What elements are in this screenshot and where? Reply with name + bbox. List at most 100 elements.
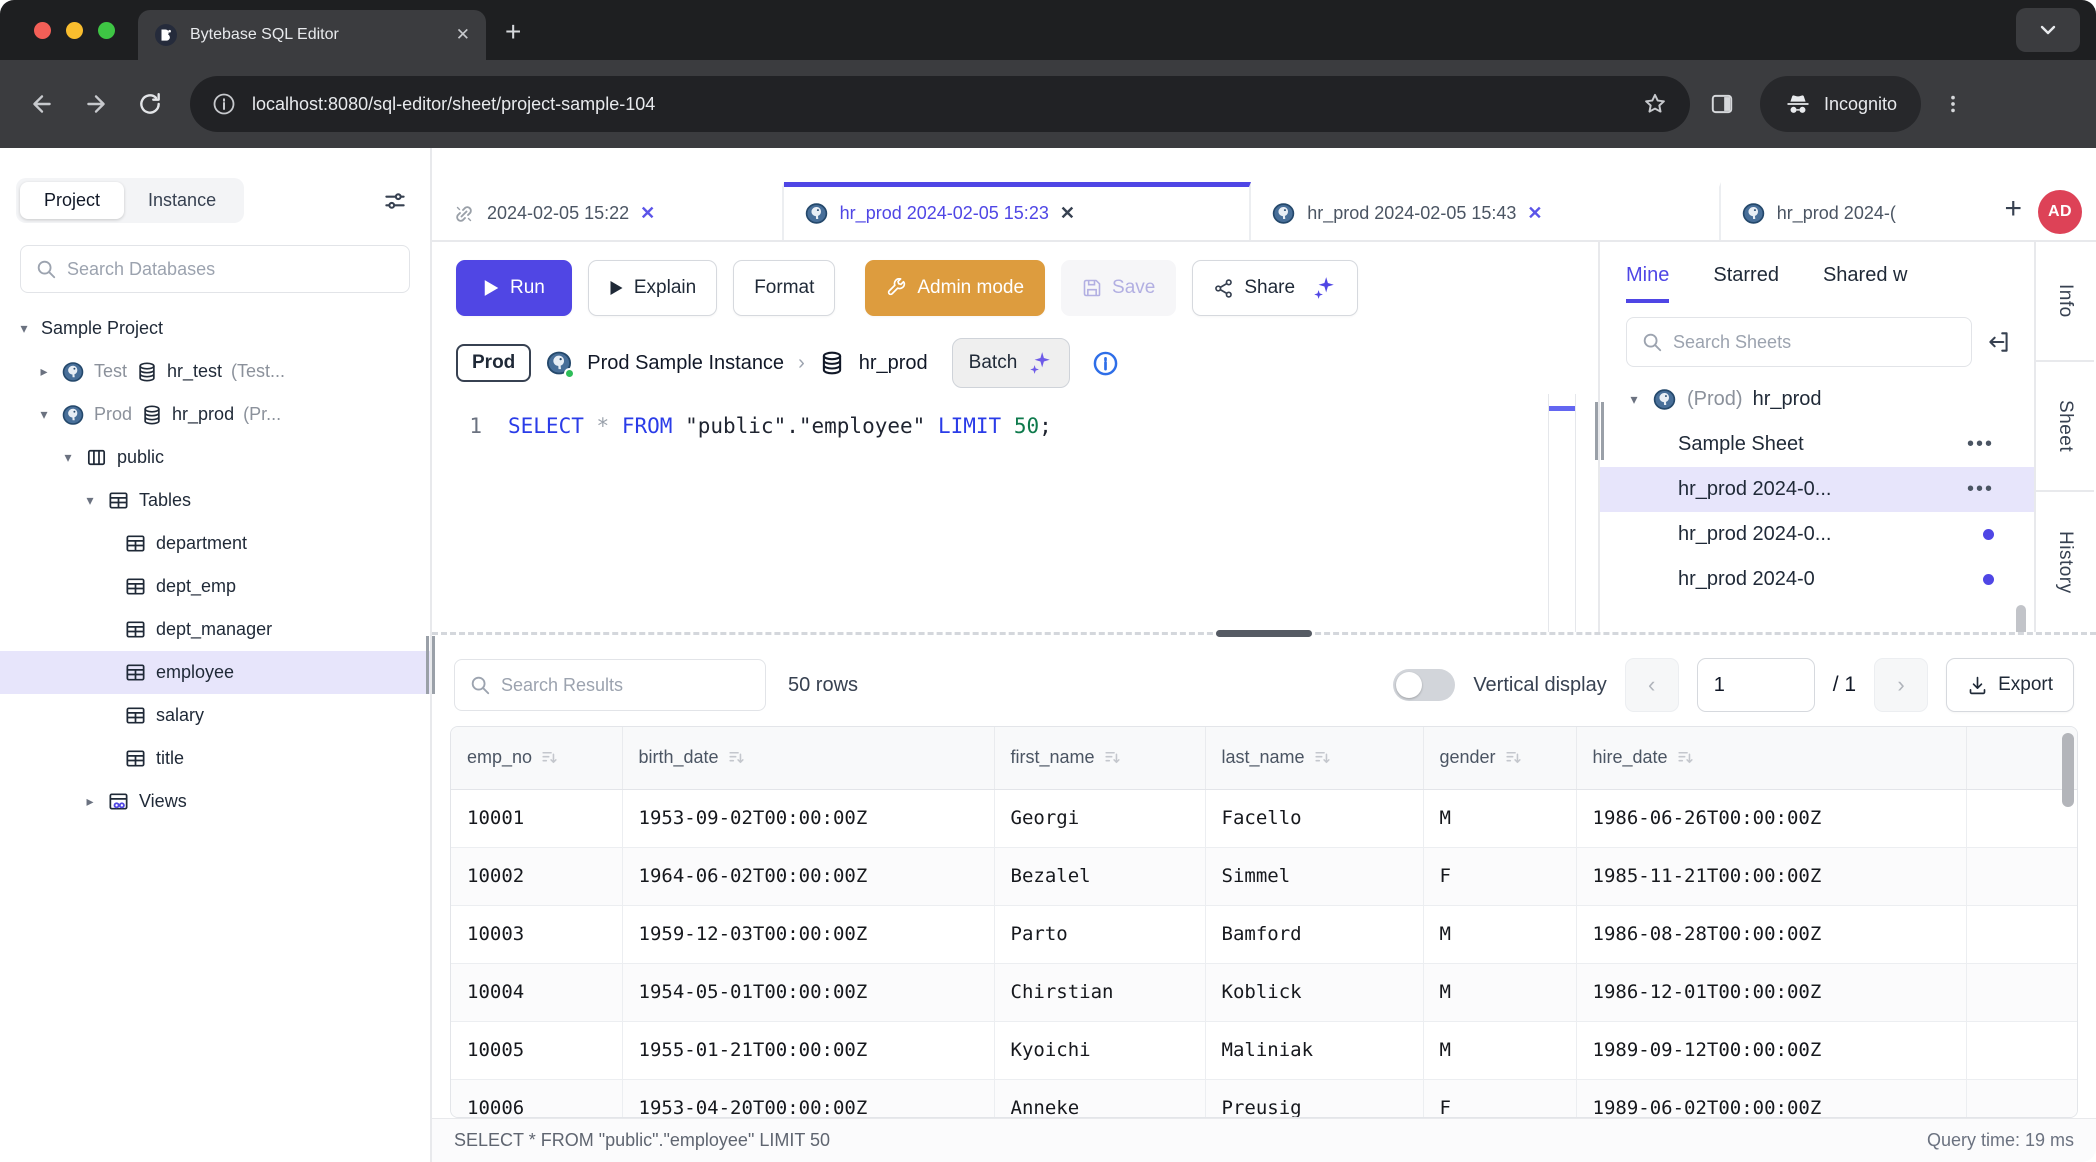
import-sheet-icon[interactable] — [1986, 329, 2012, 355]
tree-node-table-dept-manager[interactable]: dept_manager — [0, 608, 430, 651]
column-header[interactable]: first_name — [994, 727, 1205, 789]
table-scrollbar[interactable] — [2062, 733, 2074, 807]
side-tab-sheet[interactable]: Sheet — [2036, 362, 2094, 492]
tree-node-table-department[interactable]: department — [0, 522, 430, 565]
new-sql-tab-button[interactable]: + — [1989, 192, 2039, 226]
vertical-display-toggle[interactable] — [1393, 669, 1455, 701]
tree-node-prod-db[interactable]: ▾ Prod hr_prod (Pr... — [0, 393, 430, 436]
tab-starred[interactable]: Starred — [1713, 264, 1779, 303]
database-search[interactable] — [20, 245, 410, 293]
tab-project[interactable]: Project — [20, 182, 124, 219]
batch-button[interactable]: Batch — [952, 338, 1071, 388]
tree-node-test-db[interactable]: ▸ Test hr_test (Test... — [0, 350, 430, 393]
url-bar[interactable]: localhost:8080/sql-editor/sheet/project-… — [190, 76, 1690, 132]
sql-tab-active[interactable]: hr_prod 2024-02-05 15:23 ✕ — [784, 182, 1252, 240]
sql-tab-unsaved[interactable]: 2024-02-05 15:22 ✕ — [432, 182, 784, 240]
browser-tab[interactable]: Bytebase SQL Editor ✕ — [138, 10, 486, 60]
close-tab-icon[interactable]: ✕ — [640, 203, 655, 224]
column-header[interactable]: last_name — [1205, 727, 1423, 789]
caret-right-icon[interactable]: ▸ — [82, 793, 98, 810]
column-header[interactable]: hire_date — [1576, 727, 1966, 789]
sidebar-resize-handle[interactable] — [426, 636, 435, 694]
sql-tab-4[interactable]: hr_prod 2024-( — [1721, 182, 1989, 240]
results-search-input[interactable] — [501, 675, 751, 696]
caret-down-icon[interactable]: ▾ — [1626, 391, 1642, 408]
sheet-item[interactable]: Sample Sheet ••• — [1600, 422, 2034, 467]
tree-node-table-employee[interactable]: employee — [0, 651, 430, 694]
tab-instance[interactable]: Instance — [124, 182, 240, 219]
panel-resize-handle[interactable] — [1595, 402, 1605, 460]
table-row[interactable]: 100061953-04-20T00:00:00ZAnnekePreusigF1… — [451, 1079, 2078, 1118]
next-page-button[interactable]: › — [1874, 658, 1928, 712]
close-tab-icon[interactable]: ✕ — [1527, 203, 1542, 224]
column-header[interactable]: gender — [1423, 727, 1576, 789]
database-name[interactable]: hr_prod — [859, 352, 928, 375]
run-button[interactable]: Run — [456, 260, 572, 316]
back-button[interactable] — [20, 82, 64, 126]
close-tab-icon[interactable]: ✕ — [1060, 203, 1075, 224]
tree-node-table-dept-emp[interactable]: dept_emp — [0, 565, 430, 608]
sheet-scrollbar[interactable] — [2016, 605, 2026, 632]
site-info-icon[interactable] — [212, 92, 236, 116]
sheet-group[interactable]: ▾ (Prod) hr_prod — [1600, 377, 2034, 422]
sheet-item[interactable]: hr_prod 2024-0... — [1600, 512, 2034, 557]
page-number-input[interactable] — [1697, 658, 1815, 712]
caret-down-icon[interactable]: ▾ — [82, 492, 98, 509]
minimize-window-button[interactable] — [66, 22, 83, 39]
column-header[interactable]: emp_no — [451, 727, 622, 789]
sheet-menu-icon[interactable]: ••• — [1967, 433, 1994, 456]
caret-down-icon[interactable]: ▾ — [60, 449, 76, 466]
tree-node-project[interactable]: ▾ Sample Project — [0, 307, 430, 350]
table-row[interactable]: 100031959-12-03T00:00:00ZPartoBamfordM19… — [451, 905, 2078, 963]
user-avatar[interactable]: AD — [2038, 190, 2082, 234]
filter-settings-icon[interactable] — [382, 188, 408, 214]
reload-button[interactable] — [128, 82, 172, 126]
table-row[interactable]: 100021964-06-02T00:00:00ZBezalelSimmelF1… — [451, 847, 2078, 905]
tab-shared[interactable]: Shared w — [1823, 264, 1908, 303]
maximize-window-button[interactable] — [98, 22, 115, 39]
sheet-menu-icon[interactable]: ••• — [1967, 478, 1994, 501]
format-button[interactable]: Format — [733, 260, 835, 316]
close-window-button[interactable] — [34, 22, 51, 39]
divider-grip[interactable] — [1216, 630, 1312, 637]
sheet-item[interactable]: hr_prod 2024-0 — [1600, 557, 2034, 602]
tree-node-views-group[interactable]: ▸ Views — [0, 780, 430, 823]
admin-mode-button[interactable]: Admin mode — [865, 260, 1045, 316]
export-button[interactable]: Export — [1946, 658, 2074, 712]
info-icon[interactable] — [1092, 350, 1119, 377]
browser-menu-icon[interactable] — [1931, 82, 1975, 126]
database-search-input[interactable] — [67, 259, 395, 280]
browser-tab-close-icon[interactable]: ✕ — [456, 25, 470, 45]
tab-search-button[interactable] — [2016, 8, 2080, 52]
table-row[interactable]: 100011953-09-02T00:00:00ZGeorgiFacelloM1… — [451, 789, 2078, 847]
tree-node-table-salary[interactable]: salary — [0, 694, 430, 737]
results-search[interactable] — [454, 659, 766, 711]
table-row[interactable]: 100041954-05-01T00:00:00ZChirstianKoblic… — [451, 963, 2078, 1021]
editor-minimap[interactable] — [1548, 394, 1576, 632]
new-tab-button[interactable]: + — [505, 16, 521, 48]
tab-mine[interactable]: Mine — [1626, 264, 1669, 303]
side-tab-history[interactable]: History — [2036, 492, 2094, 632]
side-tab-info[interactable]: Info — [2036, 242, 2094, 362]
bookmark-star-icon[interactable] — [1642, 91, 1668, 117]
tree-node-table-title[interactable]: title — [0, 737, 430, 780]
side-panel-icon[interactable] — [1700, 82, 1744, 126]
save-button[interactable]: Save — [1061, 260, 1176, 316]
tree-node-tables-group[interactable]: ▾ Tables — [0, 479, 430, 522]
caret-right-icon[interactable]: ▸ — [36, 363, 52, 380]
sheet-search-input[interactable] — [1673, 332, 1957, 353]
prev-page-button[interactable]: ‹ — [1625, 658, 1679, 712]
sql-editor[interactable]: 1 SELECT * FROM "public"."employee" LIMI… — [432, 400, 1598, 632]
sheet-search[interactable] — [1626, 317, 1972, 367]
sql-tab-3[interactable]: hr_prod 2024-02-05 15:43 ✕ — [1251, 182, 1721, 240]
table-row[interactable]: 100051955-01-21T00:00:00ZKyoichiMaliniak… — [451, 1021, 2078, 1079]
forward-button[interactable] — [74, 82, 118, 126]
column-header[interactable]: birth_date — [622, 727, 994, 789]
share-button[interactable]: Share — [1192, 260, 1358, 316]
caret-down-icon[interactable]: ▾ — [36, 406, 52, 423]
explain-button[interactable]: Explain — [588, 260, 717, 316]
results-resize-divider[interactable] — [432, 632, 2096, 644]
instance-name[interactable]: Prod Sample Instance — [587, 352, 784, 375]
tree-node-schema-public[interactable]: ▾ public — [0, 436, 430, 479]
sheet-item-active[interactable]: hr_prod 2024-0... ••• — [1600, 467, 2034, 512]
